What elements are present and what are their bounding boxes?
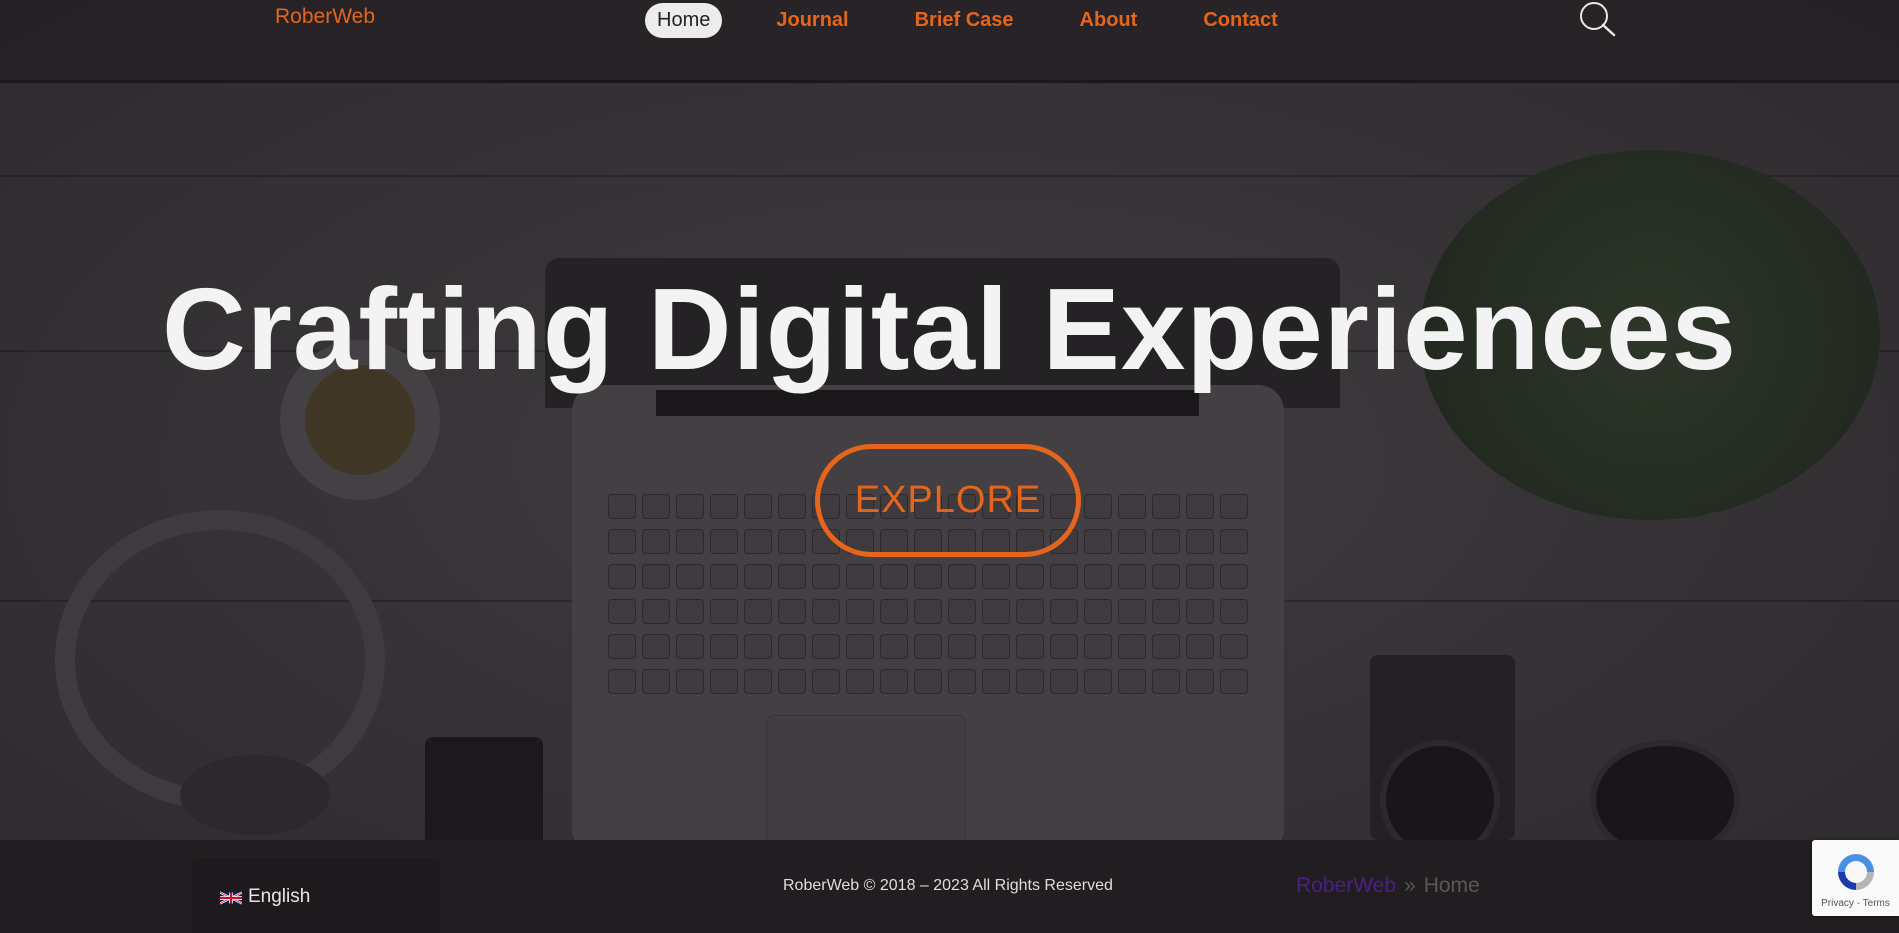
- breadcrumb-home-link[interactable]: RoberWeb: [1296, 874, 1396, 897]
- copyright-text: RoberWeb © 2018 – 2023 All Rights Reserv…: [783, 877, 1113, 894]
- breadcrumb-separator: »: [1404, 874, 1416, 897]
- site-footer: English RoberWeb © 2018 – 2023 All Right…: [0, 840, 1899, 933]
- explore-button[interactable]: EXPLORE: [815, 444, 1081, 557]
- recaptcha-icon: [1838, 854, 1874, 890]
- language-label: English: [248, 886, 311, 907]
- breadcrumb: RoberWeb » Home: [1296, 874, 1480, 898]
- language-switcher[interactable]: English: [192, 858, 440, 933]
- breadcrumb-current: Home: [1423, 874, 1480, 897]
- search-icon: [1580, 2, 1616, 37]
- hero-overlay: [0, 0, 1899, 840]
- uk-flag-icon: [220, 891, 242, 905]
- hero-title: Crafting Digital Experiences: [161, 264, 1738, 394]
- site-header: RoberWeb Home Journal Brief Case About C…: [0, 0, 1899, 83]
- nav-contact[interactable]: Contact: [1191, 3, 1289, 38]
- recaptcha-terms[interactable]: Privacy - Terms: [1812, 898, 1899, 909]
- nav-home[interactable]: Home: [645, 2, 723, 38]
- nav-brief-case[interactable]: Brief Case: [903, 3, 1026, 38]
- brand-logo-link[interactable]: RoberWeb: [275, 5, 375, 29]
- recaptcha-badge[interactable]: Privacy - Terms: [1812, 840, 1899, 916]
- nav-about[interactable]: About: [1068, 3, 1150, 38]
- main-nav: Home Journal Brief Case About Contact: [645, 0, 1332, 40]
- nav-journal[interactable]: Journal: [764, 3, 860, 38]
- search-button[interactable]: [1578, 0, 1618, 40]
- hero-section: Crafting Digital Experiences EXPLORE: [0, 0, 1899, 840]
